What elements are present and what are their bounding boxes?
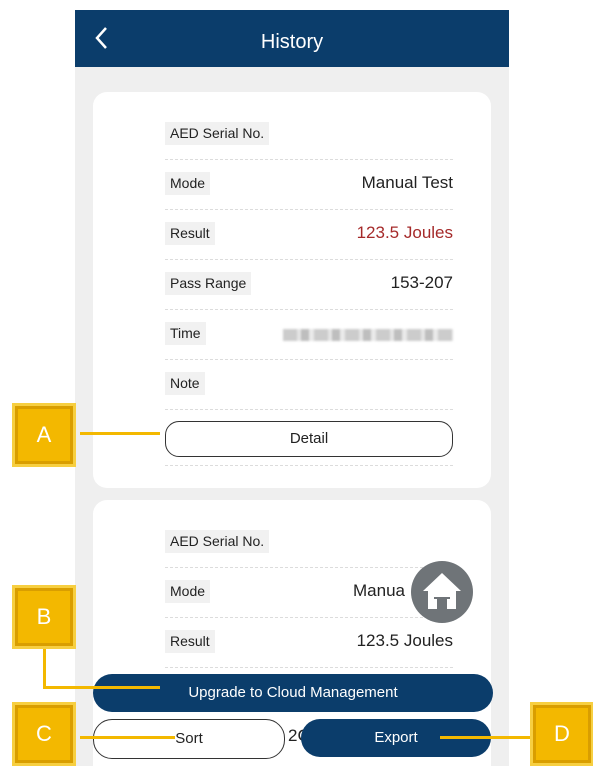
history-record-card: AED Serial No. Mode Manual Test Result 1… [93,92,491,488]
result-label: Result [165,630,215,653]
note-row: Note [165,359,453,410]
pass-range-label: Pass Range [165,272,252,295]
mode-value: Manual Test [361,173,453,192]
time-value-blurred [283,329,453,341]
callout-c: C [12,702,76,766]
page-title: History [260,31,324,53]
mode-row: Mode Manual Test [165,159,453,210]
mode-row: Mode Manua [165,567,453,618]
note-label: Note [165,372,205,395]
top-bar: History [75,10,509,67]
home-button[interactable] [411,561,473,623]
callout-line-b-horizontal [43,686,160,689]
mode-value: Manua [353,581,405,600]
mode-label: Mode [165,580,211,603]
callout-line-c [80,736,175,739]
callout-line-a [80,432,160,435]
callout-a: A [12,403,76,467]
detail-divider [165,418,453,466]
mode-label: Mode [165,172,211,195]
serial-row: AED Serial No. [165,109,453,160]
pass-range-value: 153-207 [390,273,453,292]
callout-b: B [12,585,76,649]
result-value: 123.5 Joules [356,223,453,242]
time-row: Time [165,309,453,360]
callout-d: D [530,702,593,766]
result-label: Result [165,222,215,245]
history-screen: History AED Serial No. Mode Manual Test … [75,10,509,766]
serial-row: AED Serial No. [165,517,453,568]
serial-label: AED Serial No. [165,530,270,553]
pass-range-row: Pass Range 153-207 [165,259,453,310]
serial-label: AED Serial No. [165,122,270,145]
result-value: 123.5 Joules [356,631,453,650]
result-row: Result 123.5 Joules [165,617,453,668]
upgrade-cloud-button[interactable]: Upgrade to Cloud Management [93,674,493,712]
callout-line-d [440,736,530,739]
result-row: Result 123.5 Joules [165,209,453,260]
time-label: Time [165,322,206,345]
sort-button[interactable]: Sort [93,719,285,759]
home-icon [423,573,461,609]
